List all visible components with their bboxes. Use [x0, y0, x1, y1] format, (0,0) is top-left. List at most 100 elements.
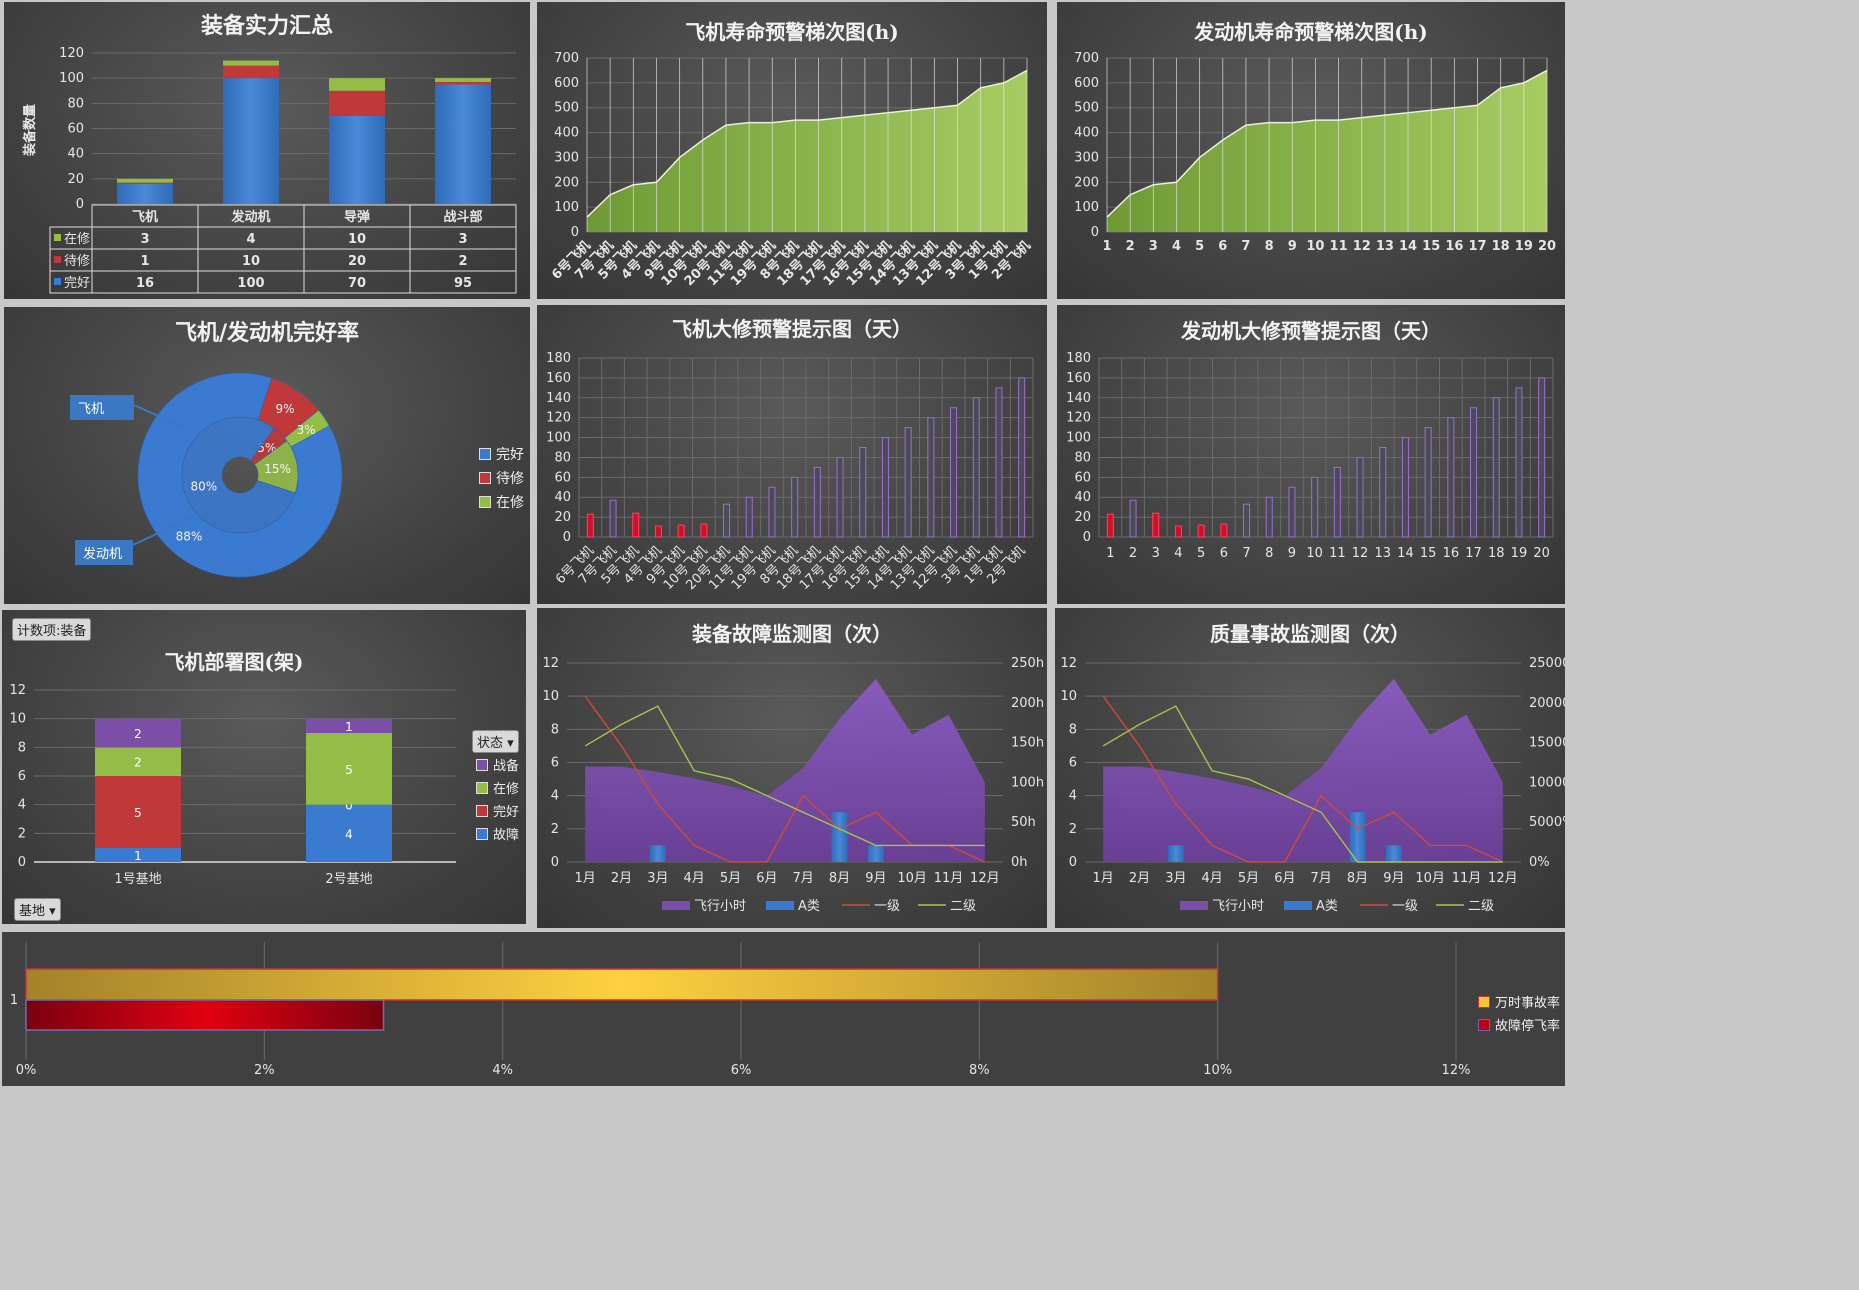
quality-monitor-y2tick-label: 5000%: [1529, 815, 1565, 830]
engine-overhaul-bar: [1401, 437, 1409, 538]
deployment-data-label: 5: [134, 806, 142, 820]
summary-table-swatch: [54, 234, 61, 241]
aircraft-overhaul-bar: [859, 447, 867, 538]
aircraft-overhaul-bar: [700, 523, 708, 538]
engine-overhaul-xtick-label: 19: [1511, 546, 1528, 561]
rates-xtick-label: 4%: [492, 1063, 513, 1078]
aircraft-life-chart: 70060050040030020010006号飞机7号飞机5号飞机4号飞机9号…: [549, 51, 1034, 289]
legend-item-accident-rate: 万时事故率: [1478, 992, 1560, 1011]
engine-overhaul-ytick-label: 0: [1083, 530, 1091, 545]
rates-xtick-label: 8%: [969, 1063, 990, 1078]
fault-monitor-legend-label: A类: [798, 899, 820, 914]
base-filter-button[interactable]: 基地 ▾: [14, 898, 61, 921]
engine-overhaul-bar: [1447, 417, 1455, 538]
deployment-data-label: 1: [345, 720, 353, 734]
summary-chart: 120 100 80 60 40 20 0 装备数量飞机 发动机 导弹 战斗部在修 3 4 10 3 待修 1 1…: [22, 46, 517, 294]
fault-monitor-legend-label: 飞行小时: [694, 899, 746, 914]
summary-table-value: 20: [348, 254, 366, 269]
quality-monitor-ytick-label: 10: [1060, 689, 1077, 704]
rates-bar-accident: [25, 968, 1219, 1001]
state-filter-label: 状态: [477, 736, 504, 751]
engine-overhaul-bar: [1220, 523, 1228, 538]
donut-data-label: 15%: [264, 462, 291, 476]
fault-monitor-xtick-label: 4月: [684, 871, 705, 886]
quality-monitor-legend-label: 一级: [1392, 899, 1418, 914]
quality-monitor-xtick-label: 11月: [1452, 871, 1482, 886]
quality-monitor-legend-label: 飞行小时: [1212, 899, 1264, 914]
fault-monitor-xtick-label: 10月: [897, 871, 927, 886]
fault-monitor-legend-label: 二级: [950, 899, 976, 914]
aircraft-overhaul-ytick-label: 180: [546, 351, 571, 366]
engine-overhaul-xtick-label: 17: [1465, 546, 1482, 561]
summary-bar-在修: [329, 78, 385, 91]
legend-item-combat: 战备: [476, 755, 519, 774]
engine-overhaul-ytick-label: 160: [1066, 371, 1091, 386]
engine-life-xtick-label: 10: [1306, 239, 1324, 254]
summary-table-value: 100: [237, 276, 264, 291]
aircraft-life-ytick-label: 500: [554, 101, 579, 116]
quality-monitor-ytick-label: 2: [1069, 822, 1077, 837]
aircraft-overhaul-bar: [1018, 377, 1026, 538]
aircraft-overhaul-bar: [632, 512, 640, 538]
engine-overhaul-bar: [1470, 407, 1478, 538]
engine-overhaul-xtick-label: 4: [1174, 546, 1182, 561]
serviceability-panel: 飞机/发动机完好率 9% 3% 88% 5% 15% 80% 飞机 发动机 完好 待修 在…: [4, 307, 530, 604]
deployment-data-label: 2: [134, 727, 142, 741]
quality-monitor-xtick-label: 3月: [1165, 871, 1186, 886]
aircraft-overhaul-bar: [586, 513, 594, 538]
quality-monitor-bar-a-class: [1167, 845, 1184, 862]
engine-life-xtick-label: 11: [1330, 239, 1348, 254]
engine-overhaul-ytick-label: 140: [1066, 391, 1091, 406]
summary-bar-完好: [117, 183, 173, 204]
quality-monitor-area-flight-hours: [1103, 678, 1503, 862]
engine-overhaul-chart: 1801601401201008060402001 2 3 4 5 6 7 8 9 10 11 12 1…: [1066, 351, 1554, 561]
aircraft-overhaul-bar: [904, 427, 912, 538]
engine-life-ytick-label: 500: [1074, 101, 1099, 116]
summary-ytick-label: 60: [67, 122, 84, 137]
quality-monitor-panel: 质量事故监测图（次） 12108642025000%20000%15000%10…: [1055, 608, 1565, 928]
aircraft-overhaul-ytick-label: 80: [554, 450, 571, 465]
engine-life-ytick-label: 200: [1074, 175, 1099, 190]
summary-ytick-label: 20: [67, 172, 84, 187]
engine-overhaul-xtick-label: 13: [1374, 546, 1391, 561]
legend-item-good: 完好: [476, 801, 519, 820]
summary-ytick-label: 80: [67, 96, 84, 111]
engine-life-xtick-label: 3: [1149, 239, 1158, 254]
aircraft-life-ytick-label: 700: [554, 51, 579, 66]
fault-monitor-xtick-label: 5月: [720, 871, 741, 886]
aircraft-overhaul-ytick-label: 20: [554, 510, 571, 525]
legend-item-pending: 待修: [479, 468, 524, 488]
fault-monitor-xtick-label: 7月: [793, 871, 814, 886]
engine-life-xtick-label: 8: [1265, 239, 1274, 254]
engine-overhaul-bar: [1333, 466, 1341, 538]
state-filter-button[interactable]: 状态 ▾: [472, 730, 519, 753]
summary-table-value: 3: [458, 232, 467, 247]
fault-monitor-legend-swatch: [662, 901, 690, 910]
quality-monitor-xtick-label: 7月: [1311, 871, 1332, 886]
quality-monitor-xtick-label: 2月: [1129, 871, 1150, 886]
aircraft-overhaul-ytick-label: 60: [554, 470, 571, 485]
engine-life-panel: 发动机寿命预警梯次图(h) 700 600 500 400 300 200 100 0 1 2 3 4…: [1057, 2, 1565, 299]
engine-life-chart: 70060050040030020010001 2 3 4 5 6 7 8 9 10 11 12 13 1…: [1074, 51, 1556, 254]
engine-overhaul-bar: [1152, 512, 1160, 538]
engine-life-xtick-label: 14: [1399, 239, 1417, 254]
engine-life-xtick-label: 5: [1195, 239, 1204, 254]
engine-life-ytick-label: 100: [1074, 200, 1099, 215]
engine-life-xtick-label: 20: [1538, 239, 1556, 254]
legend-item-repair: 在修: [479, 492, 524, 512]
summary-bar-完好: [223, 78, 279, 204]
fault-monitor-ytick-label: 12: [542, 656, 559, 671]
rates-chart: 0% 2% 4% 6% 8% 10% 12% 1: [10, 942, 1470, 1078]
engine-life-xtick-label: 6: [1218, 239, 1227, 254]
engine-overhaul-bar: [1129, 499, 1137, 538]
engine-life-ytick-label: 400: [1074, 126, 1099, 141]
summary-table-value: 70: [348, 276, 366, 291]
fault-monitor-xtick-label: 12月: [970, 871, 1000, 886]
summary-category-label: 飞机: [132, 209, 158, 225]
summary-ytick-label: 100: [59, 71, 84, 86]
deployment-ytick-label: 12: [9, 683, 26, 698]
summary-category-label: 导弹: [344, 209, 370, 225]
summary-ytick-label: 0: [76, 197, 84, 212]
engine-overhaul-xtick-label: 16: [1443, 546, 1460, 561]
fault-monitor-chart: 12 10 8 6 4 2 0 250h 200h 150h 100h 50h 0h 1月 2月 3月 4月 5月…: [542, 656, 1044, 914]
